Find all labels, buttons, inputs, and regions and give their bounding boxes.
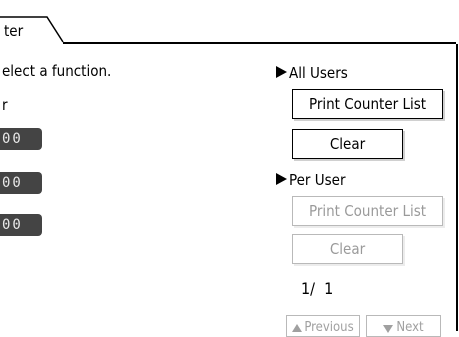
- previous-button[interactable]: Previous: [286, 315, 360, 337]
- instruction-text: elect a function.: [2, 62, 112, 80]
- all-users-heading: All Users: [276, 64, 348, 82]
- counter-display-1: 00: [0, 128, 42, 150]
- page-total: 1: [324, 279, 334, 298]
- triangle-right-icon: [276, 173, 287, 185]
- previous-label: Previous: [304, 320, 354, 335]
- triangle-right-icon: [276, 66, 287, 78]
- all-users-print-counter-list-button[interactable]: Print Counter List: [292, 89, 443, 119]
- tab-strip: ter: [0, 0, 459, 44]
- main-panel: [0, 44, 456, 331]
- counter-column-label: r: [2, 96, 8, 114]
- all-users-clear-button[interactable]: Clear: [292, 129, 403, 159]
- all-users-label: All Users: [289, 64, 348, 82]
- panel-right-border: [456, 44, 458, 331]
- page-indicator: 1/ 1: [301, 280, 333, 298]
- next-label: Next: [396, 320, 424, 335]
- page-current: 1/: [301, 279, 316, 298]
- counter-display-2: 00: [0, 172, 42, 194]
- next-button[interactable]: Next: [366, 315, 441, 337]
- arrow-down-icon: [383, 325, 394, 333]
- counter-display-3: 00: [0, 214, 42, 236]
- tab-counter[interactable]: ter: [4, 22, 23, 40]
- tab-outline: [0, 16, 64, 43]
- per-user-clear-button[interactable]: Clear: [292, 234, 403, 264]
- per-user-print-counter-list-button[interactable]: Print Counter List: [292, 196, 443, 226]
- per-user-heading: Per User: [276, 171, 346, 189]
- per-user-label: Per User: [289, 171, 346, 189]
